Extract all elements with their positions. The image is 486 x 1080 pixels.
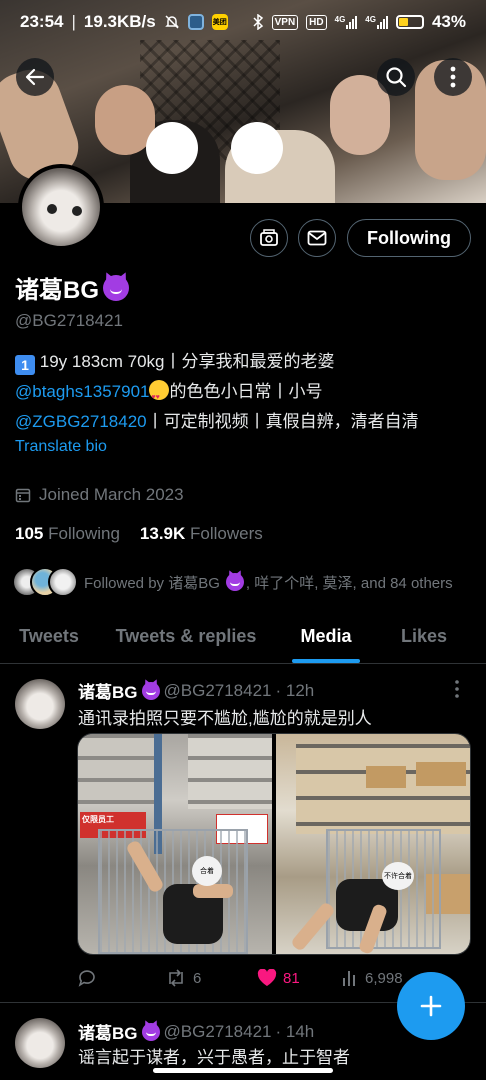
signal-icon: 4G bbox=[335, 15, 358, 29]
tweet-text: 谣言起于谋者，兴于愚者，止于智者 bbox=[78, 1048, 350, 1067]
tweet-header: 诸葛BG @BG2718421 · 14h bbox=[78, 1019, 314, 1044]
tweet[interactable]: 诸葛BG @BG2718421 · 14h 谣言起于谋者，兴于愚者，止于智者 bbox=[0, 0, 486, 1080]
status-speed: 19.3KB/s bbox=[83, 12, 156, 31]
devil-emoji-icon bbox=[141, 1022, 160, 1041]
bell-mute-icon bbox=[164, 15, 179, 29]
status-bar: 23:54 | 19.3KB/s 美团 VPN HD 4G 4G 43% bbox=[20, 12, 466, 31]
battery-percent: 43% bbox=[431, 12, 466, 31]
bluetooth-icon bbox=[253, 14, 263, 30]
plus-icon bbox=[420, 995, 442, 1017]
hd-badge: HD bbox=[306, 14, 327, 30]
avatar[interactable] bbox=[15, 1018, 65, 1068]
app-notification-icon bbox=[187, 14, 204, 30]
battery-icon bbox=[395, 15, 424, 29]
status-time: 23:54 bbox=[20, 12, 64, 31]
tweet-author-handle: @BG2718421 bbox=[163, 1021, 272, 1041]
compose-tweet-button[interactable] bbox=[397, 972, 465, 1040]
tweet-author-name[interactable]: 诸葛BG bbox=[78, 1019, 138, 1044]
signal-icon-2: 4G bbox=[365, 15, 388, 29]
meituan-icon: 美团 bbox=[211, 14, 228, 30]
home-indicator[interactable] bbox=[153, 1068, 333, 1073]
vpn-badge: VPN bbox=[271, 14, 299, 30]
tweet-time: · 14h bbox=[275, 1021, 315, 1041]
